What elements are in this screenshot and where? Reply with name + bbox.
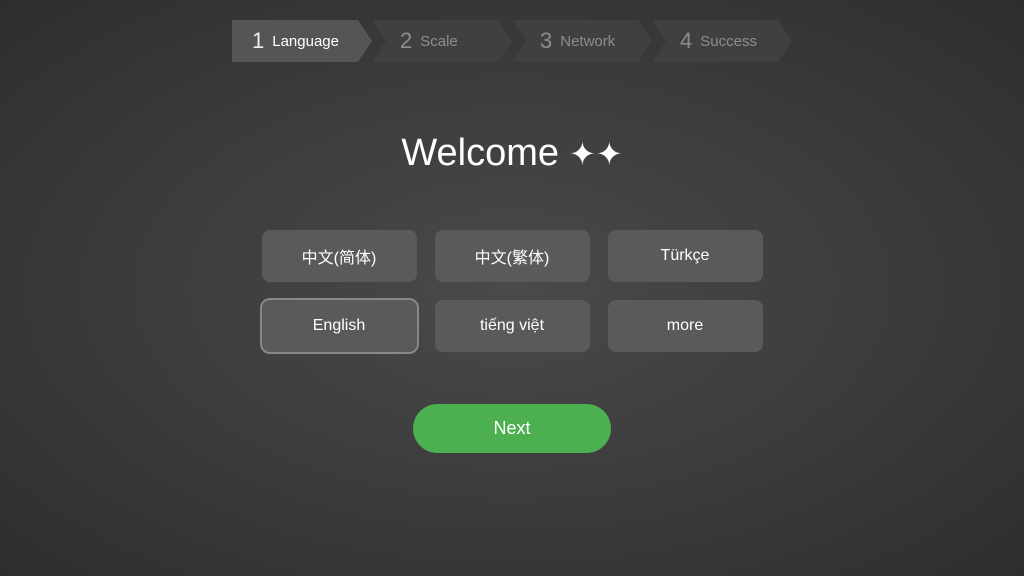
step-network[interactable]: 3 Network xyxy=(512,20,652,62)
lang-btn-zh-traditional[interactable]: 中文(繁体) xyxy=(435,230,590,282)
next-button[interactable]: Next xyxy=(413,404,610,453)
step-label-language: Language xyxy=(272,33,339,50)
page-title: Welcome ✦✦ xyxy=(401,132,622,175)
step-number-3: 3 xyxy=(540,28,552,54)
lang-btn-zh-simplified[interactable]: 中文(简体) xyxy=(262,230,417,282)
welcome-text: Welcome xyxy=(401,132,559,175)
step-label-success: Success xyxy=(700,33,757,50)
step-label-scale: Scale xyxy=(420,33,458,50)
lang-btn-turkce[interactable]: Türkçe xyxy=(608,230,763,282)
step-number-1: 1 xyxy=(252,28,264,54)
stepper: 1 Language 2 Scale 3 Network 4 Success xyxy=(232,20,792,62)
step-number-2: 2 xyxy=(400,28,412,54)
sparkle-icon: ✦✦ xyxy=(569,135,623,173)
step-language[interactable]: 1 Language xyxy=(232,20,372,62)
step-label-network: Network xyxy=(560,33,615,50)
language-grid: 中文(简体) 中文(繁体) Türkçe English tiếng việt … xyxy=(262,230,763,352)
welcome-section: Welcome ✦✦ 中文(简体) 中文(繁体) Türkçe English … xyxy=(262,132,763,352)
lang-btn-tieng-viet[interactable]: tiếng việt xyxy=(435,300,590,352)
step-number-4: 4 xyxy=(680,28,692,54)
step-success[interactable]: 4 Success xyxy=(652,20,792,62)
step-scale[interactable]: 2 Scale xyxy=(372,20,512,62)
lang-btn-more[interactable]: more xyxy=(608,300,763,352)
lang-btn-english[interactable]: English xyxy=(262,300,417,352)
